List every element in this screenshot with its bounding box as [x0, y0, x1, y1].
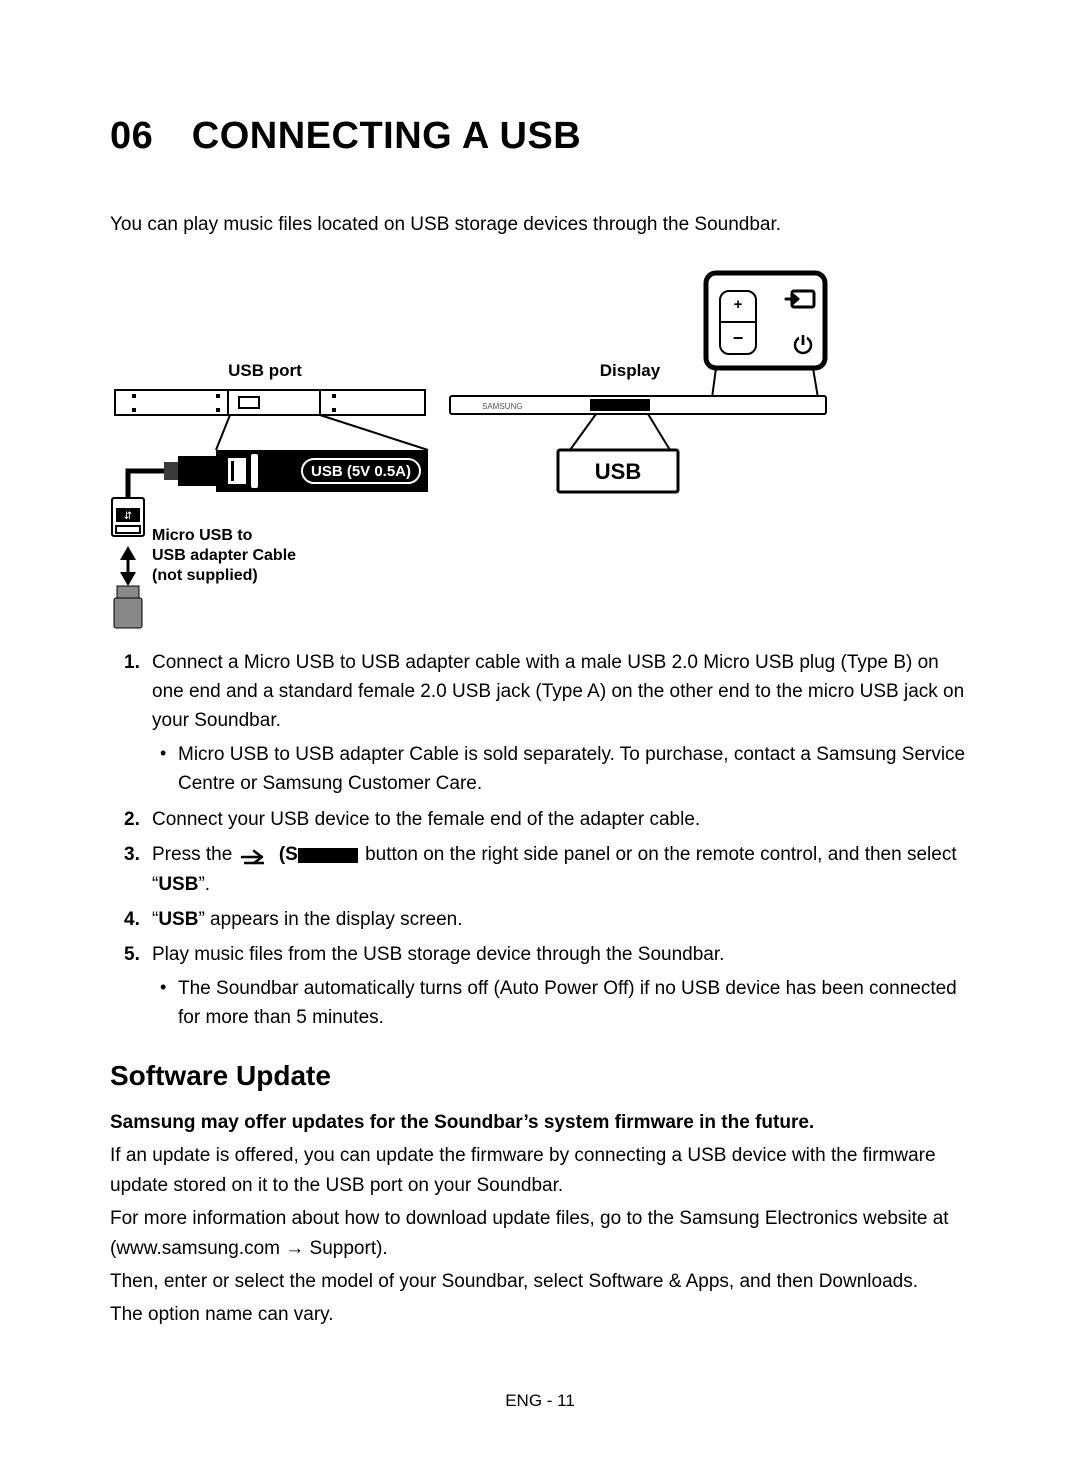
step-1: Connect a Micro USB to USB adapter cable…: [110, 648, 970, 799]
soundbar-front-icon: SAMSUNG: [450, 396, 826, 414]
soundbar-rear-icon: [115, 390, 425, 415]
svg-text:−: −: [733, 328, 744, 348]
step-3-bold-s: (S: [274, 844, 298, 865]
steps-list: Connect a Micro USB to USB adapter cable…: [110, 648, 970, 1033]
step-5-sub-1: The Soundbar automatically turns off (Au…: [178, 974, 970, 1033]
update-para-1: If an update is offered, you can update …: [110, 1141, 970, 1200]
step-3-close: ”.: [198, 874, 210, 895]
source-icon: [240, 846, 272, 864]
svg-text:+: +: [734, 296, 743, 313]
step-1-text: Connect a Micro USB to USB adapter cable…: [152, 652, 964, 732]
update-p2-pre: For more information about how to downlo…: [110, 1208, 949, 1258]
cable-caption-1: Micro USB to: [152, 527, 253, 544]
software-update-heading: Software Update: [110, 1055, 970, 1097]
intro-text: You can play music files located on USB …: [110, 211, 970, 240]
update-bold-line: Samsung may offer updates for the Soundb…: [110, 1109, 970, 1138]
arrow-icon: →: [285, 1234, 304, 1263]
update-para-4: The option name can vary.: [110, 1300, 970, 1329]
step-3: Press the (S button on the right side pa…: [110, 840, 970, 899]
page-title: 06 CONNECTING A USB: [110, 108, 970, 165]
usb-port-closeup-icon: USB (5V 0.5A): [216, 450, 428, 492]
step-2-text: Connect your USB device to the female en…: [152, 809, 700, 830]
step-3-usb: USB: [158, 874, 198, 895]
display-label: Display: [600, 361, 661, 380]
usb-port-label: USB port: [228, 361, 302, 380]
step-5-text: Play music files from the USB storage de…: [152, 944, 724, 965]
step-4-post: ” appears in the display screen.: [198, 909, 462, 930]
page-footer: ENG - 11: [0, 1388, 1080, 1414]
update-para-2: For more information about how to downlo…: [110, 1204, 970, 1263]
usb-port-badge: USB (5V 0.5A): [311, 463, 411, 480]
step-1-sub-1: Micro USB to USB adapter Cable is sold s…: [178, 740, 970, 799]
redacted-word: [298, 848, 358, 863]
update-para-3: Then, enter or select the model of your …: [110, 1267, 970, 1296]
step-4: “USB” appears in the display screen.: [110, 905, 970, 934]
update-p2-post: Support).: [304, 1238, 387, 1259]
svg-text:SAMSUNG: SAMSUNG: [482, 402, 522, 411]
remote-icon: + −: [706, 273, 825, 368]
connection-diagram: + − USB port Display: [110, 270, 970, 630]
step-2: Connect your USB device to the female en…: [110, 805, 970, 834]
step-4-usb: USB: [158, 909, 198, 930]
display-word: USB: [595, 459, 641, 484]
step-3-pre: Press the: [152, 844, 238, 865]
svg-text:⇵: ⇵: [124, 511, 132, 522]
step-5: Play music files from the USB storage de…: [110, 940, 970, 1032]
cable-caption-3: (not supplied): [152, 567, 258, 584]
cable-caption-2: USB adapter Cable: [152, 547, 296, 564]
